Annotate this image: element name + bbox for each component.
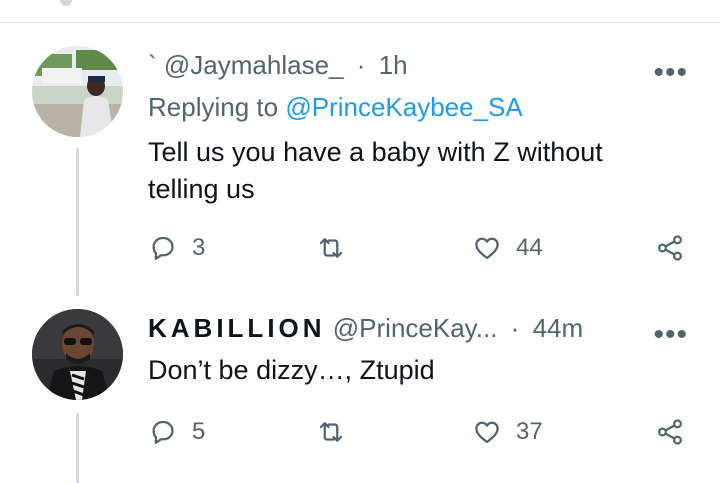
display-name[interactable]: KABILLION <box>148 313 326 343</box>
reply-count: 3 <box>192 234 206 261</box>
user-prefix: ` <box>148 50 157 80</box>
tweet-time[interactable]: 1h <box>379 50 408 80</box>
more-label: ••• <box>653 318 688 351</box>
retweet-button[interactable] <box>316 412 360 452</box>
avatar-image <box>32 309 123 400</box>
heart-icon <box>475 421 499 444</box>
like-button[interactable]: 44 <box>472 228 543 268</box>
share-icon <box>657 419 683 445</box>
avatar-image <box>32 46 123 137</box>
reply-button[interactable]: 5 <box>148 412 205 452</box>
separator: · <box>510 313 520 343</box>
tweet-header: ` @Jaymahlase_ · 1h <box>148 50 408 81</box>
tweet-header: KABILLION @PrinceKay... · 44m <box>148 313 583 344</box>
tweet-actions: 3 44 <box>148 228 693 268</box>
tweet-actions: 5 37 <box>148 412 693 452</box>
tweet-text: Tell us you have a baby with Z without t… <box>148 137 603 204</box>
replying-to-handle-link[interactable]: @PrinceKaybee_SA <box>285 92 522 122</box>
more-label: ••• <box>653 56 688 89</box>
retweet-icon <box>319 238 343 258</box>
like-count: 44 <box>516 234 543 261</box>
avatar[interactable] <box>32 309 123 400</box>
separator: · <box>356 50 366 80</box>
share-button[interactable] <box>655 412 685 452</box>
heart-icon <box>475 237 499 260</box>
thread-line <box>76 413 79 483</box>
like-count: 37 <box>516 418 543 445</box>
like-button[interactable]: 37 <box>472 412 543 452</box>
user-handle[interactable]: @Jaymahlase_ <box>164 50 344 80</box>
reply-count: 5 <box>192 418 206 445</box>
tweet-text: Don’t be dizzy…, Ztupid <box>148 355 435 385</box>
divider <box>0 22 720 23</box>
reply-icon <box>152 420 174 444</box>
avatar[interactable] <box>32 46 123 137</box>
user-handle[interactable]: @PrinceKay... <box>333 313 498 343</box>
more-icon[interactable]: ••• <box>653 58 688 88</box>
share-icon <box>657 235 683 261</box>
replying-to: Replying to @PrinceKaybee_SA <box>148 92 523 123</box>
thread-line <box>76 148 79 296</box>
previous-tweet-stub <box>0 0 90 8</box>
replying-to-label: Replying to <box>148 92 279 122</box>
reply-icon <box>152 236 174 260</box>
more-icon[interactable]: ••• <box>653 320 688 350</box>
share-button[interactable] <box>655 228 685 268</box>
retweet-icon <box>319 422 343 442</box>
retweet-button[interactable] <box>316 228 360 268</box>
tweet-time[interactable]: 44m <box>533 313 584 343</box>
reply-button[interactable]: 3 <box>148 228 205 268</box>
